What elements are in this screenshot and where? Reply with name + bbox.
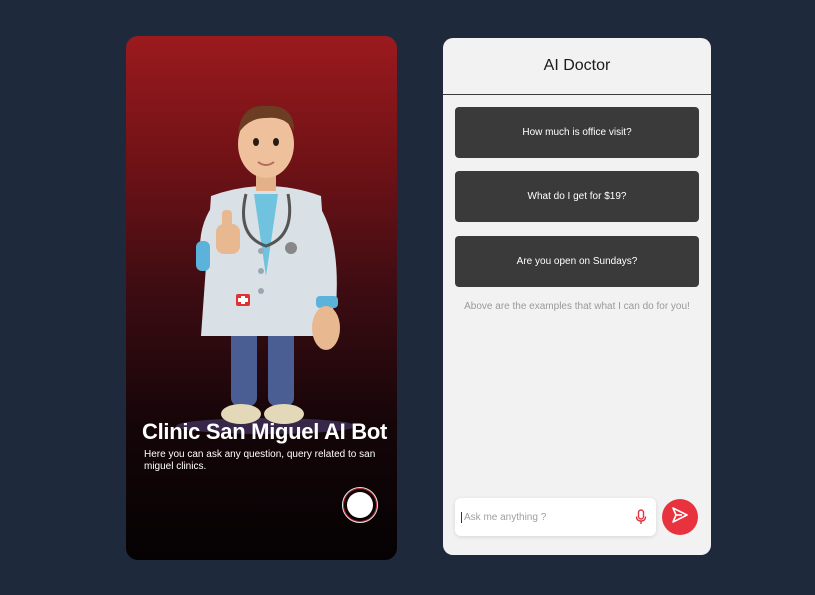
suggestion-nineteen-dollars[interactable]: What do I get for $19? (455, 171, 699, 222)
chat-input[interactable] (461, 511, 634, 523)
record-icon (347, 492, 373, 518)
suggestion-office-visit[interactable]: How much is office visit? (455, 107, 699, 158)
promo-card: Clinic San Miguel AI Bot Here you can as… (126, 36, 397, 560)
promo-title: Clinic San Miguel AI Bot (142, 419, 387, 444)
send-button[interactable] (662, 499, 698, 535)
send-icon (671, 506, 689, 529)
chat-header: AI Doctor (443, 38, 711, 95)
record-button[interactable] (342, 487, 378, 523)
examples-hint: Above are the examples that what I can d… (464, 301, 690, 312)
promo-subtitle: Here you can ask any question, query rel… (144, 449, 376, 472)
chat-title: AI Doctor (543, 57, 611, 74)
suggestion-sundays[interactable]: Are you open on Sundays? (455, 236, 699, 287)
chat-panel: AI Doctor How much is office visit? What… (443, 38, 711, 555)
doctor-illustration (166, 76, 366, 436)
chat-input-box (455, 498, 656, 536)
microphone-icon[interactable] (634, 509, 648, 525)
